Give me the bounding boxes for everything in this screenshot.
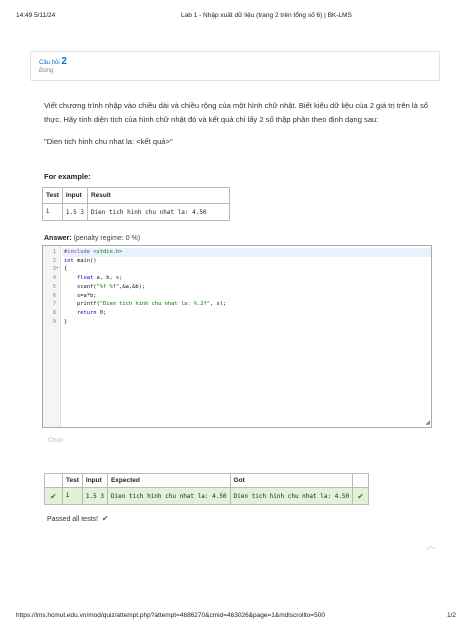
- example-table: Test Input Result 1 1.5 3 Dien tich hinh…: [42, 187, 230, 221]
- question-info-box: Câu hỏi 2 Đúng: [30, 51, 440, 81]
- fold-marker-icon[interactable]: [56, 309, 61, 318]
- fold-marker-icon[interactable]: [56, 274, 61, 283]
- answer-label: Answer: (penalty regime: 0 %): [44, 235, 140, 242]
- code-line[interactable]: return 0;: [64, 309, 106, 318]
- pass-check-icon: ✔: [44, 487, 63, 505]
- line-number: 2: [52, 257, 56, 264]
- example-cell-result: Dien tich hinh chu nhat la: 4.50: [86, 203, 230, 221]
- passed-check-icon: ✔: [101, 514, 109, 523]
- code-line[interactable]: scanf("%f %f",&a,&b);: [64, 283, 145, 292]
- print-page-number: 1/2: [447, 612, 457, 619]
- print-datetime: 14:49 5/11/24: [16, 12, 56, 19]
- fold-marker-icon[interactable]: [56, 283, 61, 292]
- example-heading: For example:: [44, 172, 91, 181]
- example-header-input: Input: [61, 187, 88, 204]
- results-table: Test Input Expected Got ✔ 1 1.5 3 Dien t…: [44, 473, 370, 505]
- penalty-regime: (penalty regime: 0 %): [73, 235, 141, 242]
- code-editor[interactable]: 1 #include <stdio.h> 2 int main() 3 ▾{4 float…: [42, 245, 432, 428]
- pass-check-end-icon: ✔: [352, 487, 370, 505]
- example-cell-test: 1: [42, 203, 63, 221]
- line-number: 4: [52, 275, 56, 282]
- line-number: 8: [52, 309, 56, 316]
- example-cell-input: 1.5 3: [61, 203, 88, 221]
- question-label: Câu hỏi: [39, 60, 60, 66]
- print-url: https://lms.hcmut.edu.vn/mod/quiz/attemp…: [16, 612, 325, 619]
- table-row: ✔ 1 1.5 3 Dien tich hinh chu nhat la: 4.…: [44, 487, 370, 505]
- results-cell-expected: Dien tich hinh chu nhat la: 4.50: [106, 487, 231, 505]
- code-line[interactable]: #include <stdio.h>: [64, 248, 122, 257]
- passed-text: Passed all tests!: [47, 516, 98, 523]
- results-header-status-end: [352, 473, 370, 488]
- line-number: 6: [52, 292, 56, 299]
- code-line[interactable]: }: [64, 318, 67, 327]
- results-cell-got: Dien tich hinh chu nhat la: 4.50: [229, 487, 354, 505]
- line-number: 7: [52, 301, 56, 308]
- results-header-row: Test Input Expected Got: [44, 473, 370, 488]
- table-row: 1 1.5 3 Dien tich hinh chu nhat la: 4.50: [42, 203, 230, 221]
- line-number: 9: [52, 318, 56, 325]
- line-number: 1: [52, 249, 56, 255]
- code-line[interactable]: int main(): [64, 257, 96, 266]
- results-cell-input: 1.5 3: [81, 487, 108, 505]
- code-line[interactable]: float a, b, s;: [64, 274, 122, 283]
- results-header-status: [44, 473, 63, 488]
- line-number: 3: [52, 266, 56, 273]
- fold-marker-icon[interactable]: ▾: [56, 265, 61, 274]
- results-header-test: Test: [62, 473, 83, 488]
- code-line[interactable]: s=a*b;: [64, 292, 97, 301]
- check-button[interactable]: Chọn: [48, 437, 64, 444]
- line-number: 5: [52, 283, 56, 290]
- fold-marker-icon[interactable]: [56, 248, 61, 257]
- answer-label-text: Answer:: [44, 235, 72, 242]
- code-line[interactable]: printf("Dien tich hinh chu nhat la: %.2f…: [64, 300, 226, 309]
- results-header-input: Input: [81, 473, 108, 488]
- question-text: Viết chương trình nhập vào chiều dài và …: [44, 101, 428, 124]
- results-header-got: Got: [229, 473, 354, 488]
- fold-marker-icon[interactable]: [56, 257, 61, 266]
- fold-marker-icon[interactable]: [56, 292, 61, 301]
- question-number-value: 2: [61, 56, 67, 67]
- code-line[interactable]: {: [64, 265, 67, 274]
- example-header-test: Test: [42, 187, 63, 204]
- fold-marker-icon[interactable]: [56, 300, 61, 309]
- resize-handle-icon[interactable]: ◢: [425, 419, 430, 426]
- example-header-row: Test Input Result: [42, 187, 230, 204]
- fold-marker-icon[interactable]: [56, 318, 61, 327]
- chevron-up-icon[interactable]: ︿: [426, 537, 436, 552]
- question-number: Câu hỏi 2: [39, 56, 67, 67]
- question-state: Đúng: [39, 68, 54, 74]
- passed-message: Passed all tests! ✔: [47, 514, 109, 523]
- print-title: Lab 1 - Nhập xuất dữ liệu (trang 2 trên …: [181, 12, 352, 19]
- question-format-line: "Dien tich hinh chu nhat la: <kết quả>": [44, 137, 173, 146]
- results-cell-test: 1: [62, 487, 83, 505]
- results-header-expected: Expected: [106, 473, 231, 488]
- example-header-result: Result: [86, 187, 230, 204]
